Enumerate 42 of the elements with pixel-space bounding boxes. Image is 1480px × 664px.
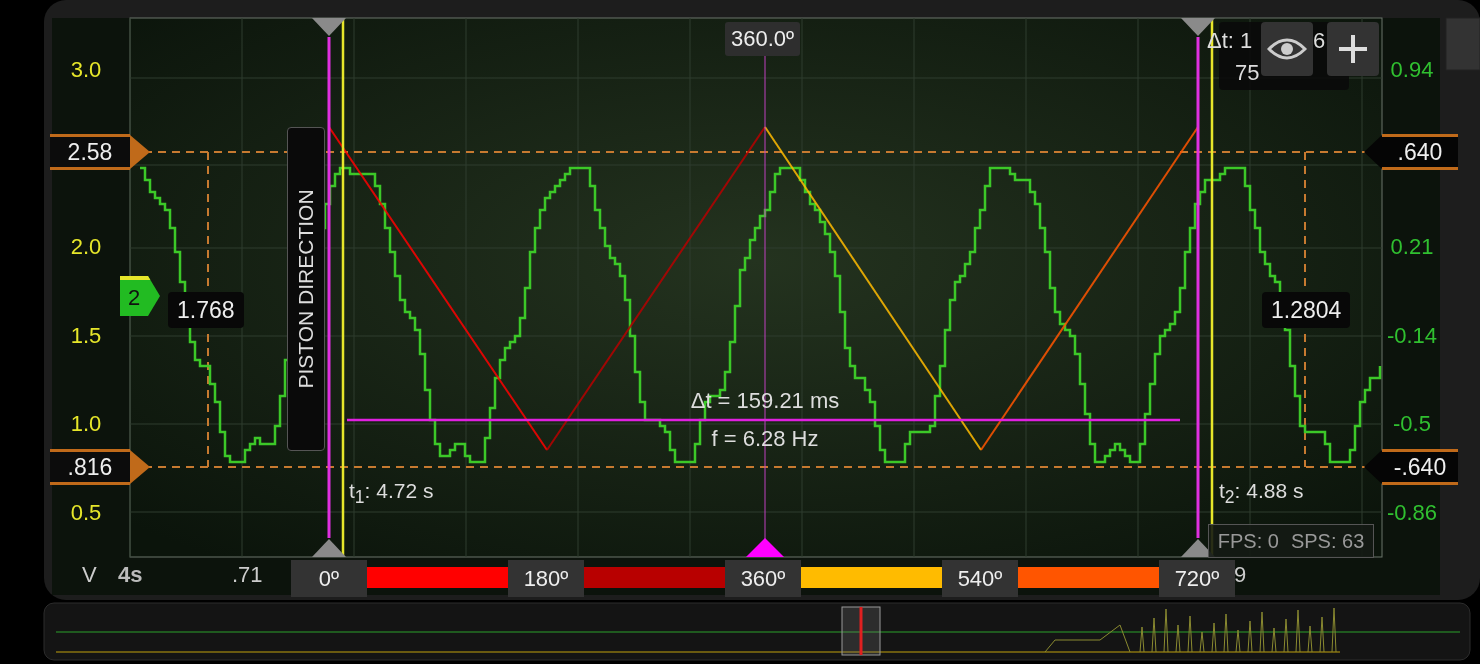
angle-marker[interactable]: 180º — [508, 560, 584, 597]
angle-cursor-handle[interactable] — [746, 538, 784, 557]
axis-label: -0.86 — [1386, 499, 1438, 527]
cursor-handle[interactable] — [312, 18, 346, 36]
level-cursor-label[interactable]: 2.58 — [50, 134, 130, 170]
axis-label: 1.5 — [69, 322, 103, 350]
eye-icon — [1267, 37, 1307, 61]
time-cursor-label: t$_{2}$: 4.88 s — [1219, 479, 1304, 509]
axis-label: .71 — [232, 562, 263, 588]
frequency-readout: f = 6.28 Hz — [710, 426, 820, 452]
angle-marker[interactable]: 720º — [1159, 560, 1235, 597]
plus-icon — [1337, 33, 1369, 65]
delta-time-readout: 6 — [1313, 28, 1326, 54]
axis-unit: V — [82, 562, 97, 588]
sps-readout: SPS: 63 — [1290, 529, 1365, 553]
angle-marker[interactable]: 360º — [725, 560, 801, 597]
angle-marker[interactable]: 0º — [291, 560, 367, 597]
angle-marker[interactable]: 540º — [942, 560, 1018, 597]
axis-label: -0.14 — [1386, 322, 1438, 350]
overview-position — [859, 607, 863, 655]
overview-viewport[interactable] — [841, 606, 881, 656]
handle-icon[interactable] — [1445, 17, 1480, 71]
cursor-handle[interactable] — [312, 539, 346, 557]
axis-label: 0.94 — [1389, 56, 1435, 84]
time-scale: 4s — [118, 562, 143, 588]
level-cursor-label[interactable]: .816 — [50, 449, 130, 485]
add-button[interactable] — [1327, 22, 1379, 76]
axis-label: -0.5 — [1392, 410, 1432, 438]
visibility-button[interactable] — [1261, 22, 1313, 76]
angle-readout: 360.0º — [725, 22, 801, 56]
value-readout: 1.768 — [168, 292, 244, 328]
time-cursor-label: t$_{1}$: 4.72 s — [349, 479, 434, 509]
axis-label: 1.0 — [69, 410, 103, 438]
axis-label: 0.5 — [69, 499, 103, 527]
axis-label: 2.0 — [69, 233, 103, 261]
trace-label: PISTON DIRECTION — [287, 127, 325, 451]
fps-readout: FPS: 0 — [1217, 529, 1279, 553]
axis-label: 9 — [1234, 562, 1247, 588]
value-readout: 1.2804 — [1262, 292, 1351, 328]
rpm-readout: 75 — [1235, 60, 1260, 86]
axis-label: 0.21 — [1389, 233, 1435, 261]
axis-label: 3.0 — [69, 56, 103, 84]
